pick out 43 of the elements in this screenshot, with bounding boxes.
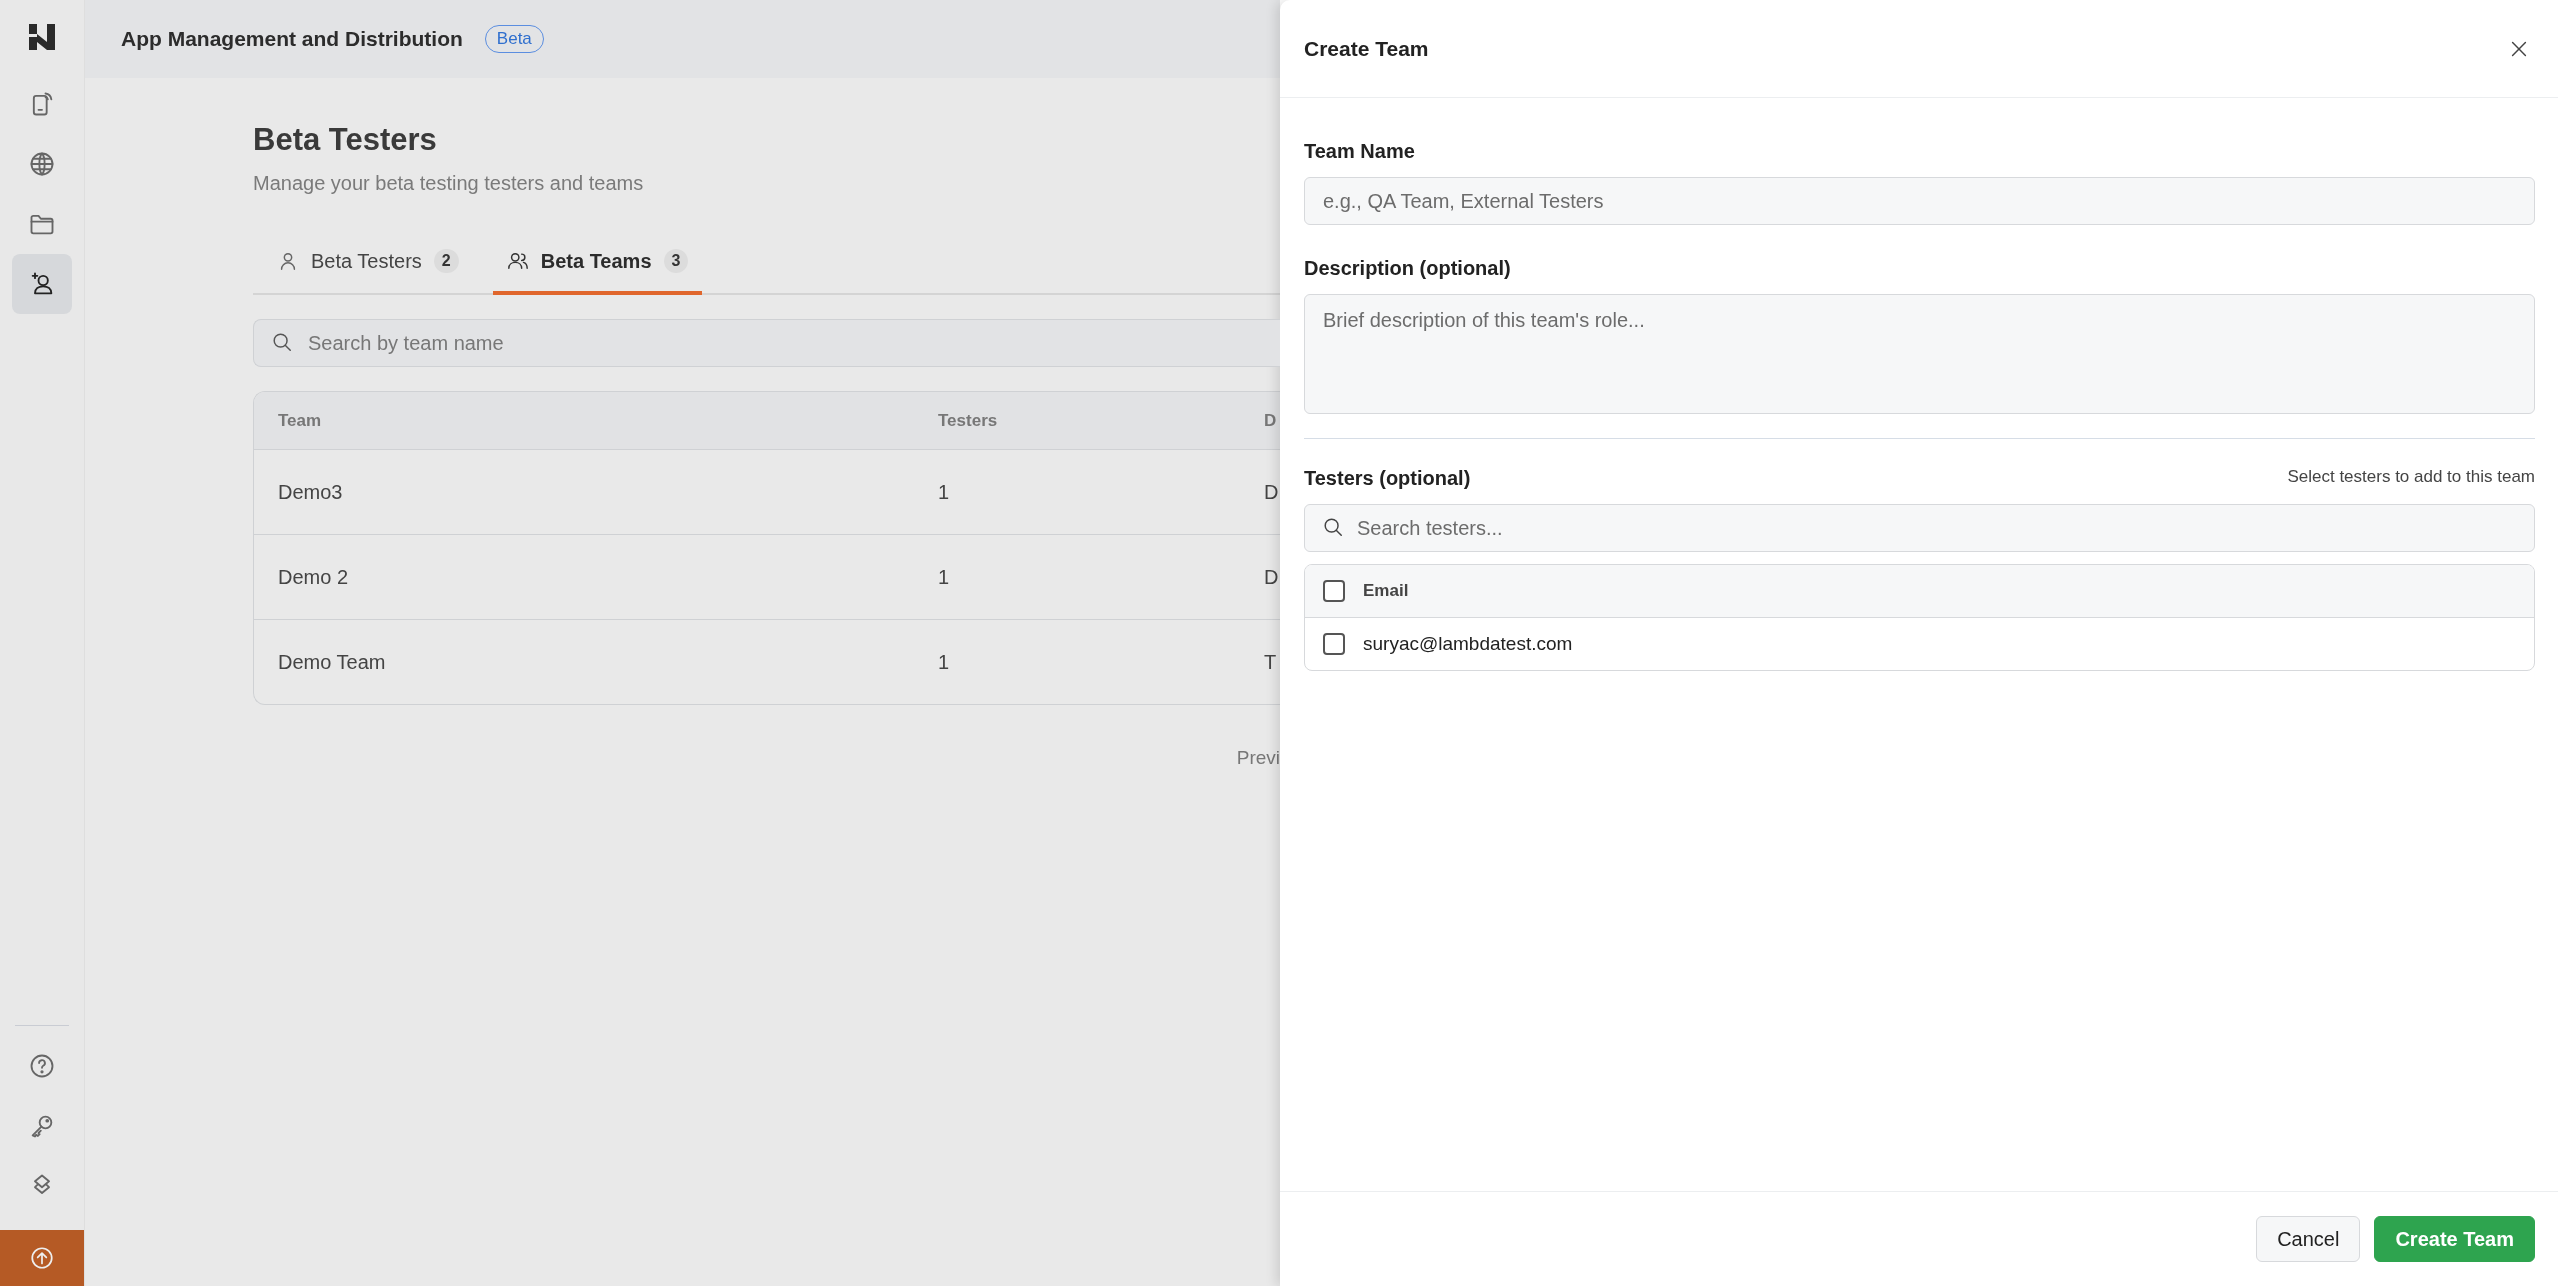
help-icon [28,1052,56,1080]
column-header: Email [1363,581,1409,601]
app-title: App Management and Distribution [121,27,463,51]
upload-button[interactable] [0,1230,84,1286]
count-badge: 3 [663,249,689,273]
globe-icon [28,150,56,178]
search-icon [271,331,293,353]
cancel-button[interactable]: Cancel [2256,1216,2361,1262]
upload-icon [29,1245,55,1271]
sidebar-item[interactable] [12,254,72,314]
hint-text: Select testers to add to this team [2287,466,2535,487]
logo-icon [27,22,57,52]
column-header: Testers [937,410,999,431]
checkbox[interactable] [1323,633,1345,655]
tab[interactable]: Beta Teams 3 [492,235,703,295]
tab[interactable]: Beta Testers 2 [263,235,473,295]
description-field[interactable]: Brief description of this team's role... [1304,294,2535,414]
page-subtitle: Manage your beta testing testers and teams [253,172,645,195]
input-field[interactable]: e.g., QA Team, External Testers [1304,177,2535,225]
table-cell-text: 1 [937,565,951,589]
table-cell-text: 1 [937,480,951,504]
checkbox[interactable] [1323,580,1345,602]
panel-title: Create Team [1304,36,1429,61]
search-icon [1322,516,1344,538]
field-label: Testers (optional) [1304,467,1471,490]
table-cell-text: Demo3 [277,480,344,504]
search-field[interactable]: Search by team name [253,319,1280,367]
page-title: Beta Testers [253,122,438,158]
people-icon [506,250,529,272]
email-text: suryac@lambdatest.com [1363,633,1573,655]
field-label: Description (optional) [1304,257,1512,280]
field-label: Team Name [1304,140,1416,163]
table-cell-text: D [1263,480,1280,504]
count-badge: 2 [433,249,459,273]
search-field[interactable]: Search testers... [1304,504,2535,552]
column-header: Team [277,410,323,431]
previous-link[interactable]: Previ [1236,747,1280,768]
table-cell-text: Demo Team [277,650,387,674]
table-cell-text: Demo 2 [277,565,350,589]
table-cell-text: D [1263,565,1280,589]
column-header: D [1263,410,1278,431]
table-cell-text: T [1263,650,1278,674]
table-cell-text: 1 [937,650,951,674]
